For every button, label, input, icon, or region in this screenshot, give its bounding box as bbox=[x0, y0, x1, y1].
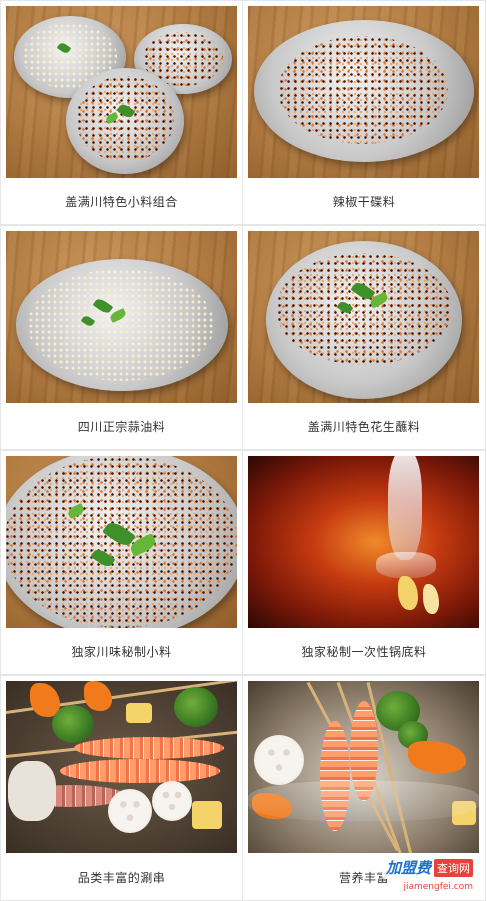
skewers-photo bbox=[6, 681, 237, 853]
product-card[interactable]: 独家川味秘制小料 bbox=[0, 450, 243, 675]
secret-sauce-photo bbox=[6, 456, 237, 628]
dry-chili-dip-photo bbox=[248, 6, 479, 178]
product-caption: 辣椒干碟料 bbox=[332, 195, 396, 209]
product-grid: 盖满川特色小料组合 辣椒干碟料 四川正宗蒜油料 盖满川特色花生蘸料 独家川味秘制… bbox=[0, 0, 487, 901]
product-card[interactable]: 品类丰富的涮串 bbox=[0, 675, 243, 901]
site-watermark: 加盟费 查询网 bbox=[381, 856, 477, 879]
sauce-trio-photo bbox=[6, 6, 237, 178]
product-card[interactable]: 盖满川特色小料组合 bbox=[0, 0, 243, 225]
watermark-badge: 查询网 bbox=[434, 858, 473, 877]
garlic-oil-photo bbox=[6, 231, 237, 403]
product-caption: 品类丰富的涮串 bbox=[77, 871, 166, 885]
watermark-brand: 加盟费 bbox=[385, 859, 431, 877]
product-card[interactable]: 独家秘制一次性锅底料 bbox=[243, 450, 486, 675]
product-caption: 独家秘制一次性锅底料 bbox=[301, 645, 427, 659]
product-card[interactable]: 盖满川特色花生蘸料 bbox=[243, 225, 486, 450]
peanut-dip-photo bbox=[248, 231, 479, 403]
product-caption: 盖满川特色花生蘸料 bbox=[307, 420, 421, 434]
hotpot-base-photo bbox=[248, 456, 479, 628]
product-caption: 盖满川特色小料组合 bbox=[65, 195, 178, 209]
watermark-url: jiamengfei.com bbox=[403, 882, 473, 892]
product-card[interactable]: 四川正宗蒜油料 bbox=[0, 225, 243, 450]
product-caption: 四川正宗蒜油料 bbox=[77, 420, 166, 434]
product-card[interactable]: 辣椒干碟料 bbox=[243, 0, 486, 225]
nutritious-skewers-photo bbox=[248, 681, 479, 853]
product-caption: 独家川味秘制小料 bbox=[71, 645, 172, 659]
